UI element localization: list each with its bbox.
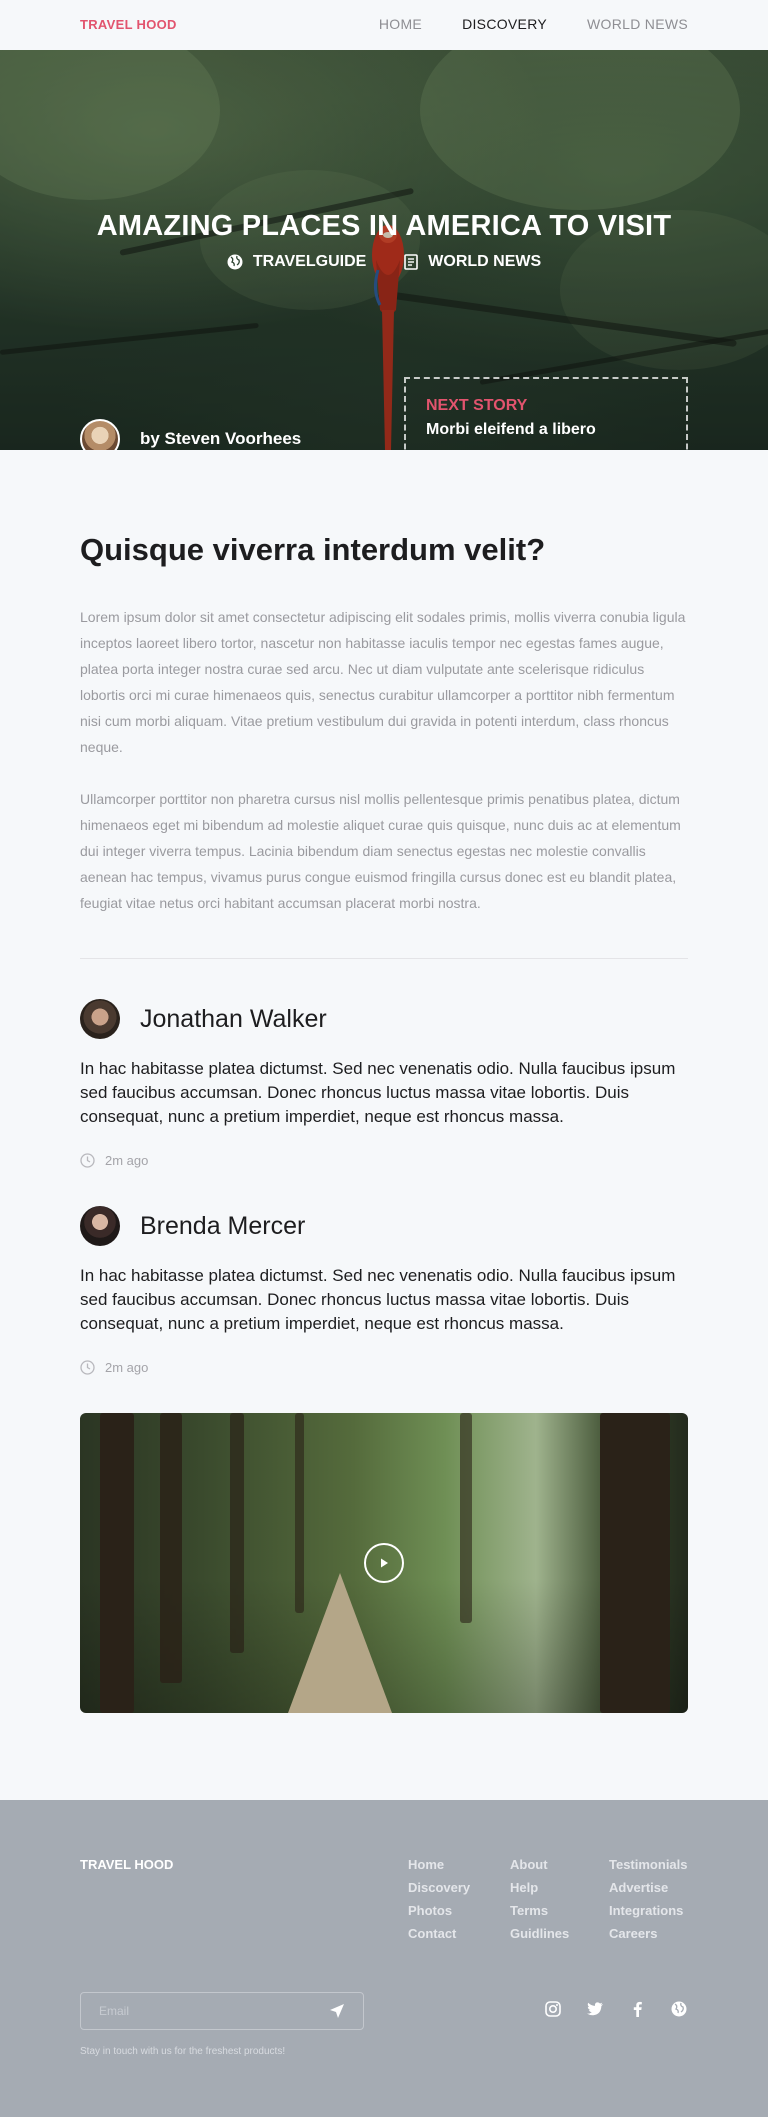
article-heading: Quisque viverra interdum velit? bbox=[80, 532, 546, 567]
comment-header: Brenda Mercer bbox=[80, 1206, 688, 1246]
article-paragraph: Ullamcorper porttitor non pharetra cursu… bbox=[80, 791, 681, 911]
footer-link-help[interactable]: Help bbox=[510, 1880, 609, 1895]
footer-link-photos[interactable]: Photos bbox=[408, 1903, 510, 1918]
footer-column: About Help Terms Guidlines bbox=[510, 1857, 609, 1941]
comment-time: 2m ago bbox=[80, 1360, 688, 1375]
comment-body: In hac habitasse platea dictumst. Sed ne… bbox=[80, 1266, 676, 1333]
tree-decoration bbox=[230, 1413, 244, 1653]
footer: TRAVEL HOOD Home Discovery Photos Contac… bbox=[0, 1800, 768, 2117]
document-icon bbox=[404, 254, 419, 270]
hero-banner: AMAZING PLACES IN AMERICA TO VISIT TRAVE… bbox=[0, 50, 768, 450]
next-story-title: Morbi eleifend a libero bbox=[426, 421, 596, 438]
next-story-label: NEXT STORY bbox=[426, 397, 528, 414]
tree-decoration bbox=[460, 1413, 472, 1623]
article-paragraph: Lorem ipsum dolor sit amet consectetur a… bbox=[80, 609, 686, 755]
footer-link-home[interactable]: Home bbox=[408, 1857, 510, 1872]
time-label: 2m ago bbox=[105, 1360, 149, 1375]
avatar[interactable] bbox=[80, 1206, 120, 1246]
instagram-icon[interactable] bbox=[544, 2000, 562, 2018]
send-icon[interactable] bbox=[329, 2003, 345, 2019]
top-bar: TRAVEL HOOD HOME DISCOVERY WORLD NEWS bbox=[0, 0, 768, 50]
footer-link-advertise[interactable]: Advertise bbox=[609, 1880, 688, 1895]
comment-time: 2m ago bbox=[80, 1153, 688, 1168]
facebook-icon[interactable] bbox=[628, 2000, 646, 2018]
footer-column: Testimonials Advertise Integrations Care… bbox=[609, 1857, 688, 1941]
tag-label: WORLD NEWS bbox=[428, 253, 542, 270]
author-avatar[interactable] bbox=[80, 419, 120, 450]
tree-decoration bbox=[160, 1413, 182, 1683]
email-input[interactable] bbox=[99, 2004, 299, 2018]
footer-link-discovery[interactable]: Discovery bbox=[408, 1880, 510, 1895]
tag-travelguide[interactable]: TRAVELGUIDE bbox=[227, 253, 366, 271]
tree-decoration bbox=[100, 1413, 134, 1713]
tag-world-news[interactable]: WORLD NEWS bbox=[404, 253, 541, 271]
footer-link-guidlines[interactable]: Guidlines bbox=[510, 1926, 609, 1941]
author-name[interactable]: by Steven Voorhees bbox=[140, 429, 301, 449]
comment-author[interactable]: Brenda Mercer bbox=[140, 1212, 305, 1241]
comment-author[interactable]: Jonathan Walker bbox=[140, 1005, 327, 1034]
play-button[interactable] bbox=[364, 1543, 404, 1583]
social-links bbox=[544, 2000, 688, 2018]
nav-item-world-news[interactable]: WORLD NEWS bbox=[587, 16, 688, 32]
divider bbox=[80, 958, 688, 959]
footer-column: Home Discovery Photos Contact bbox=[408, 1857, 510, 1941]
avatar[interactable] bbox=[80, 999, 120, 1039]
nav-item-discovery[interactable]: DISCOVERY bbox=[462, 16, 547, 32]
next-story-card[interactable]: NEXT STORY Morbi eleifend a libero bbox=[404, 377, 688, 450]
main-nav: HOME DISCOVERY WORLD NEWS bbox=[379, 16, 688, 32]
footer-brand[interactable]: TRAVEL HOOD bbox=[80, 1857, 173, 1872]
email-subscribe bbox=[80, 1992, 364, 2030]
hero-tags: TRAVELGUIDE WORLD NEWS bbox=[0, 253, 768, 271]
hero-title: AMAZING PLACES IN AMERICA TO VISIT bbox=[96, 210, 672, 242]
twitter-icon[interactable] bbox=[586, 2000, 604, 2018]
footer-links: Home Discovery Photos Contact About Help… bbox=[408, 1857, 688, 1941]
play-icon bbox=[381, 1558, 388, 1568]
video-player[interactable] bbox=[80, 1413, 688, 1713]
globe-icon[interactable] bbox=[670, 2000, 688, 2018]
time-label: 2m ago bbox=[105, 1153, 149, 1168]
footer-link-careers[interactable]: Careers bbox=[609, 1926, 688, 1941]
trail-decoration bbox=[288, 1573, 392, 1713]
tag-label: TRAVELGUIDE bbox=[252, 253, 367, 270]
comment-header: Jonathan Walker bbox=[80, 999, 688, 1039]
article: Quisque viverra interdum velit? Lorem ip… bbox=[0, 450, 768, 1713]
footer-link-integrations[interactable]: Integrations bbox=[609, 1903, 688, 1918]
clock-icon bbox=[80, 1153, 95, 1168]
nav-item-home[interactable]: HOME bbox=[379, 16, 422, 32]
footer-link-testimonials[interactable]: Testimonials bbox=[609, 1857, 688, 1872]
tree-decoration bbox=[600, 1413, 670, 1713]
comment: Brenda Mercer In hac habitasse platea di… bbox=[80, 1206, 688, 1375]
hero-author: by Steven Voorhees bbox=[80, 419, 301, 450]
comment: Jonathan Walker In hac habitasse platea … bbox=[80, 999, 688, 1168]
footer-note: Stay in touch with us for the freshest p… bbox=[80, 2046, 286, 2057]
footer-link-about[interactable]: About bbox=[510, 1857, 609, 1872]
clock-icon bbox=[80, 1360, 95, 1375]
comment-body: In hac habitasse platea dictumst. Sed ne… bbox=[80, 1059, 676, 1126]
footer-link-terms[interactable]: Terms bbox=[510, 1903, 609, 1918]
footer-link-contact[interactable]: Contact bbox=[408, 1926, 510, 1941]
globe-icon bbox=[227, 254, 243, 270]
brand-logo[interactable]: TRAVEL HOOD bbox=[80, 17, 177, 32]
